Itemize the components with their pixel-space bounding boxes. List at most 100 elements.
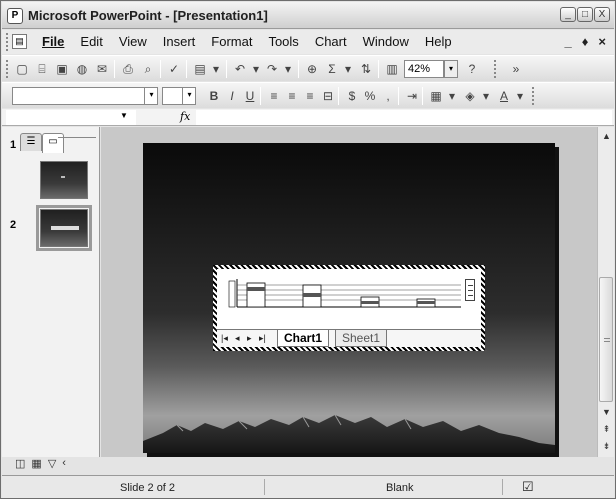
tab-chart1[interactable]: Chart1 [277, 330, 330, 347]
paste-icon[interactable]: ▤ [192, 61, 208, 77]
redo-icon[interactable]: ↷ [264, 61, 280, 77]
percent-icon[interactable]: % [362, 88, 378, 104]
chart-wizard-icon[interactable]: ▥ [384, 61, 400, 77]
doc-close-button[interactable]: × [598, 34, 606, 49]
name-box[interactable] [6, 110, 136, 125]
hyperlink-icon[interactable]: ⊕ [304, 61, 320, 77]
slide-number-2: 2 [10, 219, 17, 231]
pane-tab-line [58, 137, 96, 138]
sort-icon[interactable]: ⇅ [358, 61, 374, 77]
design-template-name: Blank [386, 482, 414, 494]
undo-dropdown-icon[interactable]: ▾ [248, 61, 264, 77]
document-icon[interactable]: ▤ [12, 34, 27, 49]
doc-minimize-button[interactable]: _ [565, 34, 572, 49]
menu-tools[interactable]: Tools [260, 34, 306, 49]
tab-sheet1[interactable]: Sheet1 [335, 330, 388, 347]
font-color-dropdown-icon[interactable]: ▾ [512, 88, 528, 104]
slides-pane: ☰ ▭ 1 2 [2, 127, 100, 457]
zoom-field[interactable]: 42% [404, 60, 444, 78]
minimize-button[interactable]: _ [560, 7, 576, 22]
fill-color-dropdown-icon[interactable]: ▾ [478, 88, 494, 104]
menu-window[interactable]: Window [355, 34, 417, 49]
slide-counter: Slide 2 of 2 [120, 482, 176, 494]
redo-dropdown-icon[interactable]: ▾ [280, 61, 296, 77]
vertical-scrollbar[interactable]: ▲ ▼ ⇞ ⇟ [597, 127, 614, 457]
menu-help[interactable]: Help [417, 34, 460, 49]
autosum-icon[interactable]: Σ [324, 61, 340, 77]
toolbar-options-icon[interactable]: » [508, 61, 524, 77]
scroll-down-icon[interactable]: ▼ [599, 405, 614, 420]
menu-edit[interactable]: Edit [72, 34, 110, 49]
spelling-status-icon[interactable]: ☑ [522, 479, 534, 495]
menu-format[interactable]: Format [203, 34, 260, 49]
font-name-dropdown-icon[interactable]: ▾ [144, 87, 158, 105]
indent-icon[interactable]: ⇥ [404, 88, 420, 104]
paste-dropdown-icon[interactable]: ▾ [208, 61, 224, 77]
outline-tab[interactable]: ☰ [20, 133, 42, 151]
next-sheet-icon[interactable]: ▸ [247, 333, 252, 344]
doc-restore-button[interactable]: ♦ [582, 34, 589, 49]
formula-input[interactable] [196, 110, 612, 125]
toolbar-grip[interactable] [6, 60, 9, 78]
print-icon[interactable]: ⎙ [120, 61, 136, 77]
borders-icon[interactable]: ▦ [428, 88, 444, 104]
currency-icon[interactable]: $ [344, 88, 360, 104]
align-right-icon[interactable]: ≡ [302, 88, 318, 104]
bold-icon[interactable]: B [206, 88, 222, 104]
undo-icon[interactable]: ↶ [232, 61, 248, 77]
powerpoint-window: P Microsoft PowerPoint - [Presentation1]… [0, 0, 616, 499]
slide-sorter-view-icon[interactable]: ▦ [31, 457, 41, 470]
first-sheet-icon[interactable]: |◂ [221, 333, 228, 344]
embedded-chart-object[interactable]: |◂ ◂ ▸ ▸| Chart1 Sheet1 [213, 265, 485, 351]
comma-icon[interactable]: , [380, 88, 396, 104]
menu-view[interactable]: View [111, 34, 155, 49]
next-slide-icon[interactable]: ⇟ [599, 439, 614, 454]
align-center-icon[interactable]: ≡ [284, 88, 300, 104]
prev-sheet-icon[interactable]: ◂ [235, 333, 240, 344]
toolbar-grip[interactable] [532, 87, 535, 105]
slide-thumbnail-1[interactable] [40, 161, 88, 199]
underline-icon[interactable]: U [242, 88, 258, 104]
close-button[interactable]: X [594, 7, 610, 22]
borders-dropdown-icon[interactable]: ▾ [444, 88, 460, 104]
permission-icon[interactable]: ◍ [74, 61, 90, 77]
slide-show-view-icon[interactable]: ▽ [48, 457, 56, 470]
formatting-toolbar: ▾ ▾ B I U ≡ ≡ ≡ ⊟ $ % , ⇥ ▦ ▾ ◈ ▾ A ▾ [2, 82, 614, 108]
scroll-left-icon[interactable]: ‹ [62, 457, 66, 470]
scrollbar-grip [604, 338, 610, 342]
spelling-icon[interactable]: ✓ [166, 61, 182, 77]
help-icon[interactable]: ? [464, 61, 480, 77]
toolbar-grip[interactable] [494, 60, 497, 78]
menubar-grip[interactable] [6, 33, 9, 51]
menu-file[interactable]: File [34, 34, 72, 49]
menu-insert[interactable]: Insert [155, 34, 204, 49]
font-name-field[interactable] [12, 87, 158, 105]
title-bar[interactable]: P Microsoft PowerPoint - [Presentation1]… [2, 2, 614, 29]
autosum-dropdown-icon[interactable]: ▾ [340, 61, 356, 77]
scrollbar-thumb[interactable] [599, 277, 613, 402]
previous-slide-icon[interactable]: ⇞ [599, 422, 614, 437]
powerpoint-app-icon[interactable]: P [7, 8, 23, 24]
zoom-dropdown-icon[interactable]: ▾ [444, 60, 458, 78]
italic-icon[interactable]: I [224, 88, 240, 104]
scroll-up-icon[interactable]: ▲ [599, 129, 614, 144]
normal-view-icon[interactable]: ◫ [15, 457, 25, 470]
save-icon[interactable]: ▣ [54, 61, 70, 77]
align-left-icon[interactable]: ≡ [266, 88, 282, 104]
email-icon[interactable]: ✉ [94, 61, 110, 77]
slide-thumbnail-2[interactable] [36, 205, 92, 251]
print-preview-icon[interactable]: ⌕ [140, 61, 156, 77]
menu-chart[interactable]: Chart [307, 34, 355, 49]
merge-center-icon[interactable]: ⊟ [320, 88, 336, 104]
open-icon[interactable]: ⌸ [34, 61, 50, 77]
fill-color-icon[interactable]: ◈ [462, 88, 478, 104]
font-color-icon[interactable]: A [496, 88, 512, 104]
name-box-dropdown-icon[interactable]: ▼ [120, 111, 128, 120]
slides-tab[interactable]: ▭ [42, 133, 64, 153]
maximize-button[interactable]: □ [577, 7, 593, 22]
font-size-dropdown-icon[interactable]: ▾ [182, 87, 196, 105]
new-icon[interactable]: ▢ [14, 61, 30, 77]
toolbar-separator [260, 87, 261, 105]
slide-number-1: 1 [10, 139, 17, 151]
last-sheet-icon[interactable]: ▸| [259, 333, 266, 344]
